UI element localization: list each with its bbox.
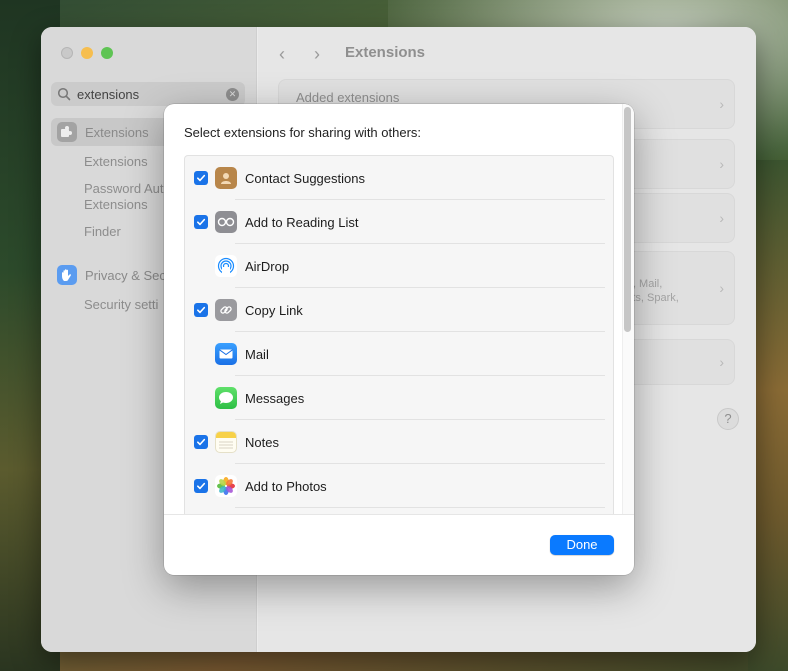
photos-icon: [215, 475, 237, 497]
list-item-label: Copy Link: [245, 302, 303, 318]
maximize-window-button[interactable]: [101, 47, 113, 59]
checkbox-checked[interactable]: [194, 303, 208, 317]
chevron-right-icon: ›: [719, 280, 724, 296]
help-button[interactable]: ?: [717, 408, 739, 430]
search-input[interactable]: extensions: [77, 87, 226, 102]
sharing-extensions-dialog: Select extensions for sharing with other…: [164, 104, 634, 575]
chevron-right-icon: ›: [719, 210, 724, 226]
list-item-label: Messages: [245, 390, 305, 406]
list-item[interactable]: Add to Reading List: [185, 200, 605, 244]
dialog-title: Select extensions for sharing with other…: [184, 125, 422, 140]
messages-icon: [215, 387, 237, 409]
list-item[interactable]: Messages: [185, 376, 605, 420]
list-item-label: AirDrop: [245, 258, 290, 274]
list-item-label: Add to Photos: [245, 478, 327, 494]
notes-icon: [215, 431, 237, 453]
sidebar-item-label: Extensions: [85, 124, 149, 140]
list-item-label: Contact Suggestions: [245, 170, 365, 186]
checkbox-checked[interactable]: [194, 435, 208, 449]
sidebar-item-label: Privacy & Sec: [85, 267, 166, 283]
list-item-label: Mail: [245, 346, 269, 362]
search-icon: [57, 87, 71, 101]
scrollbar-thumb[interactable]: [624, 107, 631, 332]
divider: [235, 507, 605, 508]
back-arrow-icon[interactable]: ‹: [279, 44, 285, 65]
sidebar-sub-extensions[interactable]: Extensions: [84, 154, 148, 170]
contact-suggestions-icon: [215, 167, 237, 189]
chevron-right-icon: ›: [719, 96, 724, 112]
page-title: Extensions: [345, 44, 426, 61]
list-item-label: Add to Reading List: [245, 214, 359, 230]
checkbox-checked[interactable]: [194, 171, 208, 185]
checkbox-checked[interactable]: [194, 479, 208, 493]
extensions-list: Contact Suggestions Add to Reading List …: [184, 155, 614, 515]
added-extensions-label: Added extensions: [296, 90, 400, 105]
chevron-right-icon: ›: [719, 354, 724, 370]
sidebar-sub-finder[interactable]: Finder: [84, 224, 121, 240]
checkbox-checked[interactable]: [194, 215, 208, 229]
forward-arrow-icon[interactable]: ›: [314, 44, 320, 65]
list-item[interactable]: Mail: [185, 332, 605, 376]
list-item[interactable]: Add to Photos: [185, 464, 605, 508]
hand-icon: [57, 265, 77, 285]
link-icon: [215, 299, 237, 321]
list-item[interactable]: AirDrop: [185, 244, 605, 288]
clear-search-icon[interactable]: ✕: [226, 87, 239, 101]
list-item[interactable]: Contact Suggestions: [185, 156, 605, 200]
close-window-button[interactable]: [61, 47, 73, 59]
list-item-label: Notes: [245, 434, 279, 450]
list-item[interactable]: Notes: [185, 420, 605, 464]
airdrop-icon: [215, 255, 237, 277]
minimize-window-button[interactable]: [81, 47, 93, 59]
footer-divider: [164, 514, 634, 515]
list-item[interactable]: Copy Link: [185, 288, 605, 332]
reading-list-icon: [215, 211, 237, 233]
chevron-right-icon: ›: [719, 156, 724, 172]
puzzle-icon: [57, 122, 77, 142]
done-button[interactable]: Done: [550, 535, 614, 555]
mail-icon: [215, 343, 237, 365]
search-field[interactable]: extensions ✕: [51, 82, 245, 106]
sidebar-sub-security-settings[interactable]: Security setti: [84, 297, 158, 313]
